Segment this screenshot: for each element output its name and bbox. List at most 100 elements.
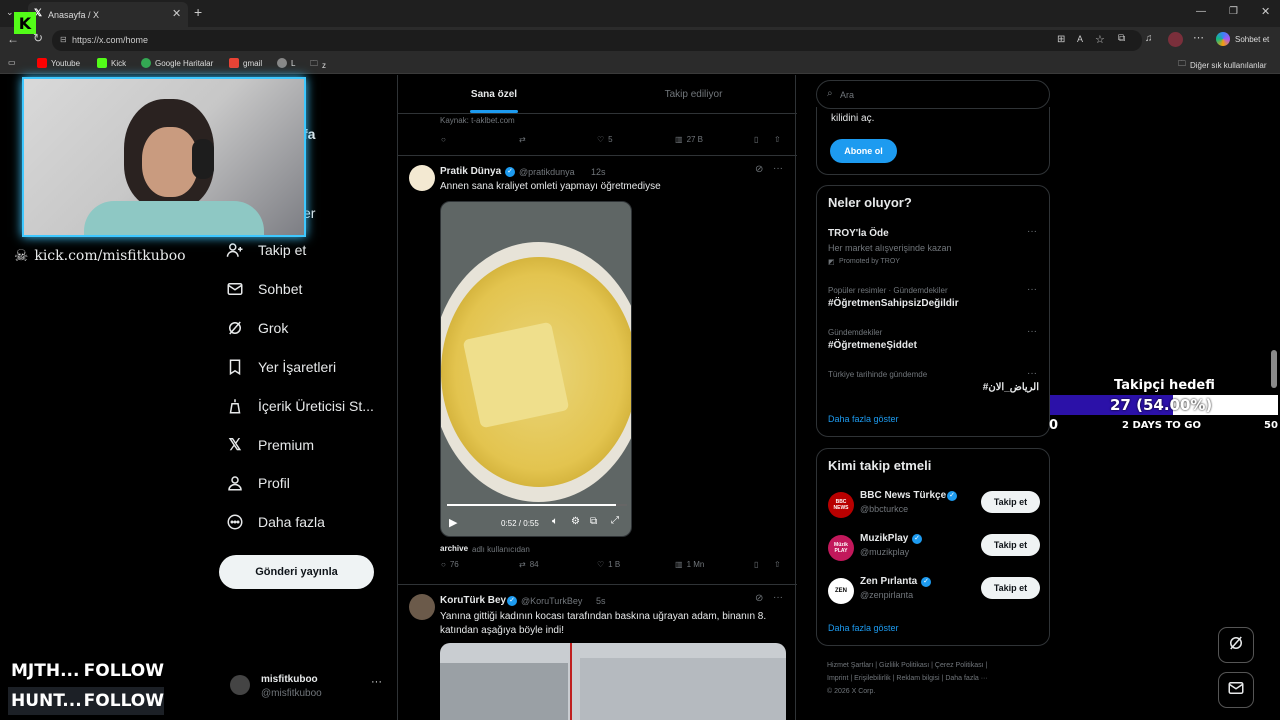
other-bookmarks[interactable]: 🗀 Diğer sık kullanılanlar xyxy=(1178,58,1266,72)
music-extension-icon[interactable]: ♫ xyxy=(1145,33,1153,44)
post-more-icon[interactable]: ··· xyxy=(773,592,783,603)
share-icon: ⇧ xyxy=(774,560,781,569)
url-field[interactable]: ⊟ https://x.com/home ⊞ A ☆ xyxy=(52,30,1142,51)
like-button[interactable]: ♡ 5 xyxy=(597,135,613,144)
sidebar-item-creator-studio[interactable]: İçerik Üreticisi St... xyxy=(226,397,374,415)
grok-float-button[interactable] xyxy=(1218,627,1254,663)
post-card[interactable]: Pratik Dünya ✓ @pratikdunya 12s ⊘ ··· An… xyxy=(398,156,797,584)
footer-link[interactable]: Çerez Politikası xyxy=(935,662,984,669)
bookmark-l[interactable]: L xyxy=(277,58,295,68)
post-media[interactable] xyxy=(440,643,786,720)
suggested-account[interactable]: Müzik PLAY MuzikPlay ✓ @muzikplay Takip … xyxy=(817,530,1049,570)
copilot-icon[interactable] xyxy=(1216,32,1230,46)
suggested-account[interactable]: ZEN Zen Pırlanta ✓ @zenpirlanta Takip et xyxy=(817,573,1049,613)
site-info-icon[interactable]: ⊟ xyxy=(60,35,67,44)
copilot-label[interactable]: Sohbet et xyxy=(1235,35,1269,44)
volume-icon[interactable]: 🔈︎ xyxy=(552,516,558,527)
sidebar-item-more[interactable]: Daha fazla xyxy=(226,513,325,531)
suggested-account[interactable]: BBC NEWS BBC News Türkçe ✓ @bbcturkce Ta… xyxy=(817,487,1049,527)
split-screen-icon[interactable]: ⊞ xyxy=(1057,34,1065,45)
bookmark-button[interactable]: ▯ xyxy=(754,135,758,144)
grok-explain-icon[interactable]: ⊘ xyxy=(755,593,763,604)
fullscreen-icon[interactable]: ⤢ xyxy=(611,515,619,526)
close-window-icon[interactable]: ✕ xyxy=(1261,5,1270,18)
sidebar-item-bookmarks[interactable]: Yer İşaretleri xyxy=(226,358,336,376)
trend-item[interactable]: Popüler resimler · Gündemdekiler #Öğretm… xyxy=(817,284,1049,320)
bookmark-folder-z[interactable]: 🗀 z xyxy=(310,58,326,72)
favorite-star-icon[interactable]: ☆ xyxy=(1095,33,1105,46)
footer-link[interactable]: Daha fazla ··· xyxy=(945,675,987,682)
sidebar-item-profile[interactable]: Profil xyxy=(226,474,290,492)
trend-item[interactable]: Türkiye tarihinde gündemde #الرياض_الان … xyxy=(817,368,1049,404)
bookmarks-toggle-icon[interactable]: ▭ xyxy=(8,58,16,67)
share-button[interactable]: ⇧ xyxy=(774,135,781,144)
bookmark-kick[interactable]: Kick xyxy=(97,58,126,68)
repost-button[interactable]: ⇄ 84 xyxy=(519,560,539,569)
new-tab-icon[interactable]: + xyxy=(194,4,202,20)
video-credit-user[interactable]: archive xyxy=(440,544,468,553)
tab-close-icon[interactable]: ✕ xyxy=(172,7,181,20)
subscribe-button[interactable]: Abone ol xyxy=(830,139,897,163)
sidebar-item-grok[interactable]: Grok xyxy=(226,319,288,337)
follow-button[interactable]: Takip et xyxy=(981,491,1040,513)
extensions-icon[interactable]: ⧉ xyxy=(1118,33,1125,44)
footer-link[interactable]: Gizlilik Politikası xyxy=(879,662,929,669)
tab-for-you[interactable]: Sana özel xyxy=(398,75,590,113)
sidebar-item-chat[interactable]: Sohbet xyxy=(226,280,302,298)
bookmark-youtube[interactable]: Youtube xyxy=(37,58,80,68)
media-building-right xyxy=(580,658,786,720)
more-menu-icon[interactable]: ⋯ xyxy=(1193,31,1204,44)
like-button[interactable]: ♡ 1 B xyxy=(597,560,620,569)
account-switcher[interactable]: misfitkuboo @misfitkuboo ··· xyxy=(226,669,386,705)
minimize-icon[interactable]: — xyxy=(1196,6,1206,17)
reply-button[interactable]: ○ 76 xyxy=(441,560,459,569)
bookmark-button[interactable]: ▯ xyxy=(754,560,758,569)
read-aloud-icon[interactable]: A xyxy=(1077,34,1083,44)
video-progress[interactable] xyxy=(447,504,627,506)
trend-category: Popüler resimler · Gündemdekiler xyxy=(828,286,948,295)
trend-item[interactable]: TROY'la Öde Her market alışverişinde kaz… xyxy=(817,226,1049,276)
follow-label: FOLLOW xyxy=(83,661,164,681)
reply-button[interactable]: ○ xyxy=(441,135,446,144)
tab-following[interactable]: Takip ediliyor xyxy=(590,75,797,113)
more-dots-icon[interactable]: ··· xyxy=(371,676,382,688)
trends-show-more[interactable]: Daha fazla göster xyxy=(828,414,899,424)
sidebar-item-premium[interactable]: 𝕏 Premium xyxy=(226,436,314,454)
post-button[interactable]: Gönderi yayınla xyxy=(219,555,374,589)
search-box[interactable]: ⌕ Ara xyxy=(816,80,1050,109)
trend-more-icon[interactable]: ··· xyxy=(1027,368,1037,379)
back-icon[interactable]: ← xyxy=(7,32,19,46)
messages-float-button[interactable] xyxy=(1218,672,1254,708)
who-to-follow-show-more[interactable]: Daha fazla göster xyxy=(828,623,899,633)
post-more-icon[interactable]: ··· xyxy=(773,163,783,174)
mail-icon xyxy=(1227,679,1245,702)
trend-more-icon[interactable]: ··· xyxy=(1027,284,1037,295)
views-button[interactable]: ▥ 1 Mn xyxy=(675,560,704,569)
footer-link[interactable]: Reklam bilgisi xyxy=(896,675,939,682)
share-button[interactable]: ⇧ xyxy=(774,560,781,569)
settings-gear-icon[interactable]: ⚙ xyxy=(571,516,580,527)
grok-explain-icon[interactable]: ⊘ xyxy=(755,164,763,175)
trend-more-icon[interactable]: ··· xyxy=(1027,226,1037,237)
browser-tab[interactable]: 𝕏 Anasayfa / X ✕ xyxy=(28,2,188,27)
sidebar-item-follow[interactable]: Takip et xyxy=(226,241,306,259)
footer-link[interactable]: Erişilebilirlik xyxy=(854,675,891,682)
footer-link[interactable]: Imprint xyxy=(827,675,848,682)
repost-button[interactable]: ⇄ xyxy=(519,135,526,144)
footer-link[interactable]: Hizmet Şartları xyxy=(827,662,873,669)
post-card[interactable]: KoruTürk Bey ✓ @KoruTurkBey 5s ⊘ ··· Yan… xyxy=(398,585,797,720)
bookmark-google-maps[interactable]: Google Haritalar xyxy=(141,58,213,68)
maximize-icon[interactable]: ❐ xyxy=(1229,6,1238,17)
follow-button[interactable]: Takip et xyxy=(981,577,1040,599)
trend-item[interactable]: Gündemdekiler #ÖğretmeneŞiddet ··· xyxy=(817,326,1049,362)
play-icon[interactable]: ▶ xyxy=(449,516,457,529)
video-player[interactable]: ▶ 0:52 / 0:55 🔈︎ ⚙ ⧉ ⤢ xyxy=(440,201,632,537)
verified-badge-icon: ✓ xyxy=(507,596,517,606)
browser-tab-bar: ⌄ 𝕏 Anasayfa / X ✕ + — ❐ ✕ xyxy=(0,0,1280,27)
profile-avatar[interactable] xyxy=(1168,32,1183,47)
trend-more-icon[interactable]: ··· xyxy=(1027,326,1037,337)
views-button[interactable]: ▥ 27 B xyxy=(675,135,703,144)
pip-icon[interactable]: ⧉ xyxy=(590,516,597,527)
bookmark-gmail[interactable]: gmail xyxy=(229,58,262,68)
follow-button[interactable]: Takip et xyxy=(981,534,1040,556)
